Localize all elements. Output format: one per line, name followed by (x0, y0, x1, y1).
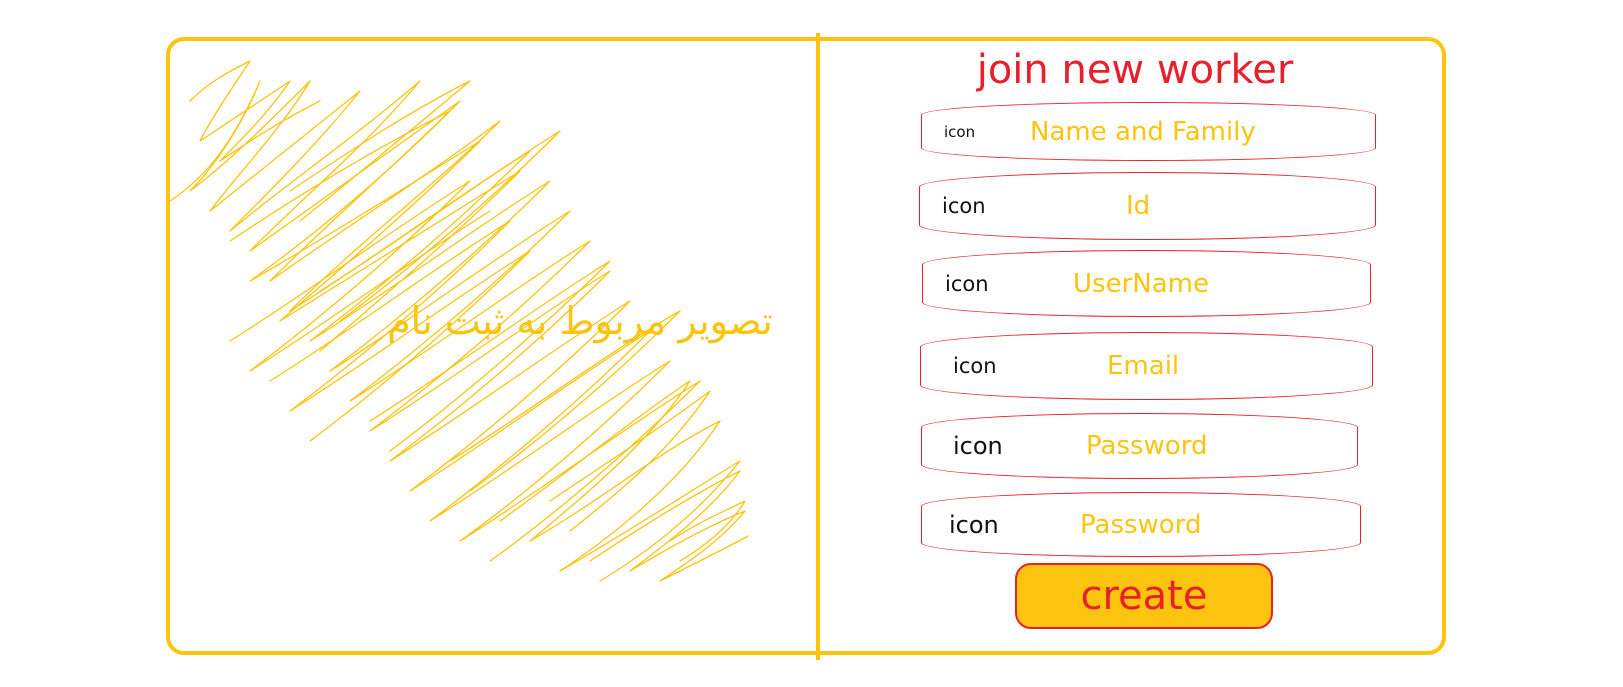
scribble-illustration (170, 60, 749, 582)
confirm-password-label: Password (1080, 509, 1202, 540)
confirm-password-icon: icon (949, 510, 999, 539)
password-field[interactable]: icon Password (921, 413, 1358, 479)
id-label: Id (1126, 191, 1151, 221)
email-icon: icon (953, 354, 997, 378)
username-label: UserName (1073, 268, 1209, 299)
name-and-family-label: Name and Family (1030, 116, 1256, 147)
username-icon: icon (945, 271, 989, 296)
email-field[interactable]: icon Email (920, 332, 1373, 400)
confirm-password-field[interactable]: icon Password (921, 492, 1361, 557)
panel-divider (816, 33, 820, 660)
id-icon: icon (942, 194, 986, 218)
image-placeholder-panel: تصویر مربوط به ثبت نام (170, 41, 816, 651)
password-label: Password (1086, 431, 1208, 461)
name-icon: icon (944, 122, 976, 141)
username-field[interactable]: icon UserName (922, 250, 1371, 317)
password-icon: icon (953, 432, 1003, 460)
name-and-family-field[interactable]: icon Name and Family (921, 102, 1376, 161)
id-field[interactable]: icon Id (919, 172, 1376, 240)
email-label: Email (1107, 351, 1180, 381)
image-caption: تصویر مربوط به ثبت نام (387, 299, 773, 343)
create-button[interactable]: create (1015, 563, 1273, 629)
form-title: join new worker (976, 47, 1294, 93)
